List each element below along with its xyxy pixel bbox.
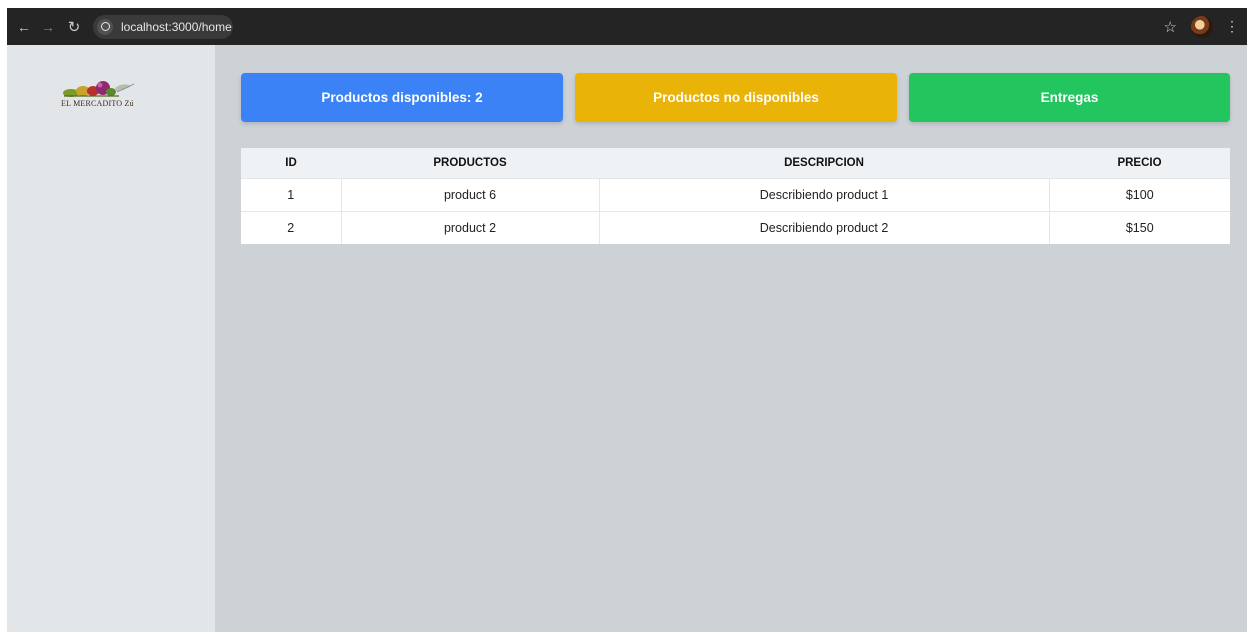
browser-toolbar: ← → ↻ localhost:3000/home ☆ ⋮ xyxy=(7,8,1247,45)
column-header-id: ID xyxy=(285,156,297,169)
cell-producto: product 2 xyxy=(340,211,599,244)
column-header-precio: PRECIO xyxy=(1117,156,1162,169)
unavailable-products-label: Productos no disponibles xyxy=(653,90,819,105)
sidebar: EL MERCADITO Zú xyxy=(7,45,215,632)
cell-descripcion: Describiendo product 2 xyxy=(598,211,1049,244)
logo[interactable]: EL MERCADITO Zú xyxy=(59,78,155,110)
table-row: 1 product 6 Describiendo product 1 $100 xyxy=(241,178,1230,211)
column-header-descripcion: DESCRIPCION xyxy=(784,156,864,169)
cell-precio: $100 xyxy=(1048,178,1230,211)
deliveries-card[interactable]: Entregas xyxy=(909,73,1230,122)
table-header-row: ID PRODUCTOS DESCRIPCION PRECIO xyxy=(241,148,1230,178)
star-icon[interactable]: ☆ xyxy=(1164,18,1177,36)
reload-icon[interactable]: ↻ xyxy=(63,16,85,38)
arrow-left-icon[interactable]: ← xyxy=(13,16,35,38)
unavailable-products-card[interactable]: Productos no disponibles xyxy=(575,73,897,122)
arrow-right-icon[interactable]: → xyxy=(37,16,59,38)
browser-window: ← → ↻ localhost:3000/home ☆ ⋮ EL MERCADI… xyxy=(7,8,1247,632)
available-products-card[interactable]: Productos disponibles: 2 xyxy=(241,73,563,122)
url-text: localhost:3000/home xyxy=(121,19,232,34)
deliveries-label: Entregas xyxy=(1040,90,1099,105)
kebab-menu-icon[interactable]: ⋮ xyxy=(1225,18,1239,35)
site-info-icon[interactable] xyxy=(97,18,113,35)
column-header-productos: PRODUCTOS xyxy=(433,156,507,169)
cell-descripcion: Describiendo product 1 xyxy=(598,178,1049,211)
table-row: 2 product 2 Describiendo product 2 $150 xyxy=(241,211,1230,244)
available-products-label: Productos disponibles: 2 xyxy=(321,90,483,105)
cell-precio: $150 xyxy=(1048,211,1230,244)
cell-id: 2 xyxy=(287,220,295,235)
summary-cards: Productos disponibles: 2 Productos no di… xyxy=(241,73,1230,122)
cell-id: 1 xyxy=(287,187,295,202)
products-table-container: ID PRODUCTOS DESCRIPCION PRECIO 1 produc… xyxy=(241,148,1230,244)
products-table: ID PRODUCTOS DESCRIPCION PRECIO 1 produc… xyxy=(241,148,1230,244)
cell-producto: product 6 xyxy=(340,178,599,211)
address-bar[interactable]: localhost:3000/home xyxy=(93,14,233,39)
extension-avatar-icon[interactable] xyxy=(1191,15,1213,38)
logo-text: EL MERCADITO Zú xyxy=(61,99,134,108)
main-content: Productos disponibles: 2 Productos no di… xyxy=(215,45,1247,632)
